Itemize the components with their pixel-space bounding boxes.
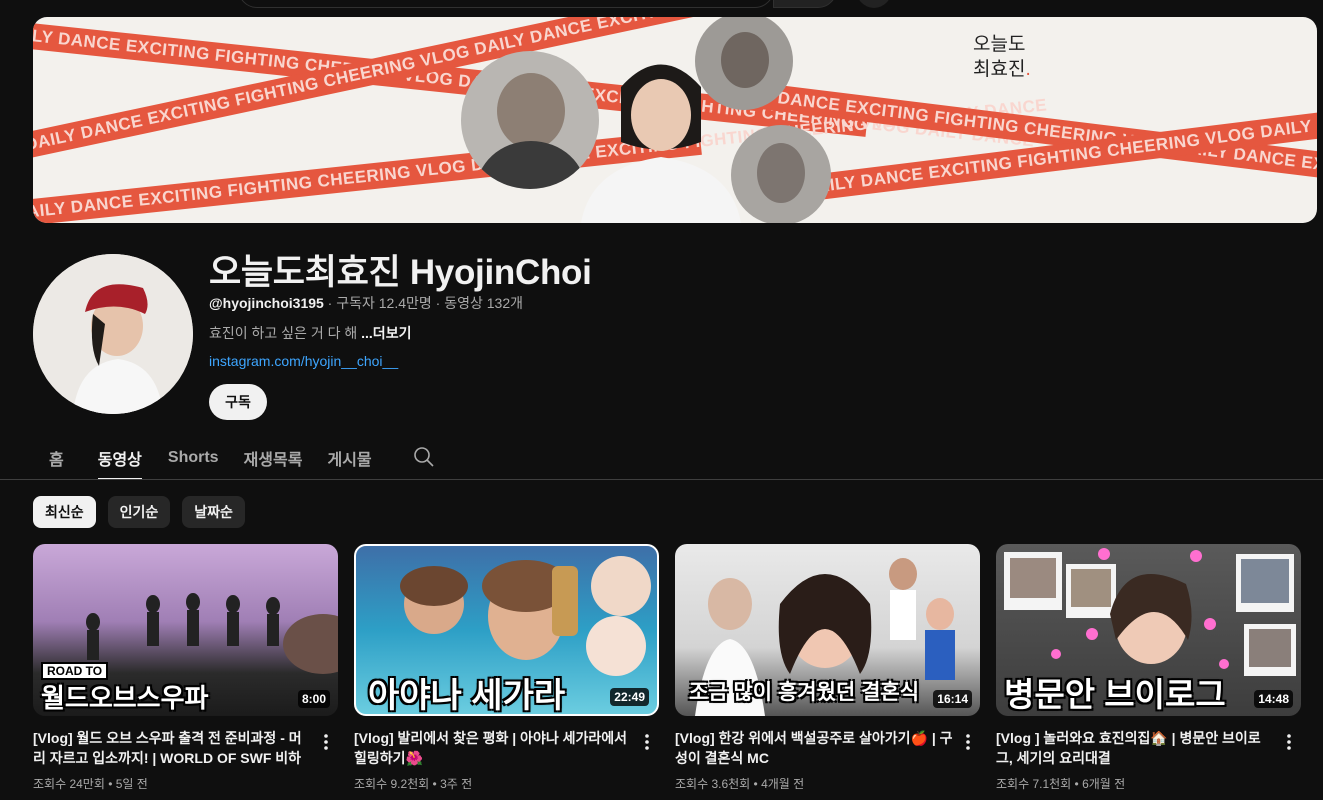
brand-line2: 최효진	[973, 59, 1026, 80]
voice-search-button-edge[interactable]	[856, 0, 892, 8]
channel-external-link[interactable]: instagram.com/hyojin__choi__	[209, 353, 398, 369]
video-duration: 14:48	[1254, 690, 1293, 708]
channel-description[interactable]: 효진이 하고 싶은 거 다 해 ...더보기	[209, 323, 411, 343]
tabs-divider	[0, 479, 1323, 480]
video-duration: 16:14	[933, 690, 972, 708]
video-thumbnail[interactable]: 조금 많이 흥겨웠던 결혼식 16:14	[675, 544, 980, 716]
video-title[interactable]: [Vlog] 월드 오브 스우파 출격 전 준비과정 - 머리 자르고 입소까지…	[33, 728, 313, 768]
tab-posts[interactable]: 게시물	[327, 436, 371, 480]
channel-title: 오늘도최효진 HyojinChoi	[209, 253, 592, 292]
video-stats: 조회수 7.1천회 • 6개월 전	[996, 777, 1126, 791]
more-actions-icon[interactable]	[635, 730, 659, 754]
video-stats: 조회수 24만회 • 5일 전	[33, 777, 148, 791]
tab-shorts[interactable]: Shorts	[168, 436, 219, 480]
banner-main-person	[561, 47, 761, 223]
more-actions-icon[interactable]	[1277, 730, 1301, 754]
chip-oldest[interactable]: 날짜순	[182, 496, 245, 528]
description-text: 효진이 하고 싶은 거 다 해	[209, 325, 362, 341]
video-title[interactable]: [Vlog] 한강 위에서 백설공주로 살아가기🍎 | 구성이 결혼식 MC	[675, 728, 955, 768]
channel-meta: @hyojinchoi3195 · 구독자 12.4만명 · 동영상 132개	[209, 293, 523, 313]
video-thumbnail[interactable]: ROAD TO 월드오브스우파 8:00	[33, 544, 338, 716]
more-link[interactable]: ...더보기	[361, 325, 411, 341]
thumbnail-overlay-text: 월드오브스우파	[41, 683, 209, 713]
video-duration: 22:49	[610, 688, 649, 706]
channel-banner: DAILY DANCE EXCITING FIGHTING CHEERING V…	[33, 17, 1317, 223]
top-bar	[0, 0, 1323, 12]
brand-line1: 오늘도	[973, 34, 1026, 55]
channel-handle: @hyojinchoi3195	[209, 295, 324, 311]
banner-brand: 오늘도 최효진.	[973, 32, 1031, 82]
chip-latest[interactable]: 최신순	[33, 496, 96, 528]
more-actions-icon[interactable]	[314, 730, 338, 754]
chip-popular[interactable]: 인기순	[107, 496, 171, 528]
video-card[interactable]: 아야나 세가라 22:49 [Vlog] 발리에서 찾은 평화 | 아야나 세가…	[354, 544, 659, 792]
video-card[interactable]: ROAD TO 월드오브스우파 8:00 [Vlog] 월드 오브 스우파 출격…	[33, 544, 338, 792]
tab-playlists[interactable]: 재생목록	[244, 436, 303, 480]
video-title[interactable]: [Vlog] 발리에서 찾은 평화 | 아야나 세가라에서 힐링하기🌺	[354, 728, 634, 768]
video-thumbnail[interactable]: 아야나 세가라 22:49	[354, 544, 659, 716]
sort-chips: 최신순 인기순 날짜순	[33, 496, 245, 528]
thumbnail-overlay-text: 병문안 브이로그	[1004, 676, 1226, 713]
video-thumbnail[interactable]: 병문안 브이로그 14:48	[996, 544, 1301, 716]
video-card[interactable]: 병문안 브이로그 14:48 [Vlog ] 놀러와요 효진의집🏠 | 병문안 …	[996, 544, 1301, 792]
more-actions-icon[interactable]	[956, 730, 980, 754]
subscribe-button[interactable]: 구독	[209, 384, 267, 420]
channel-stats: · 구독자 12.4만명 · 동영상 132개	[323, 295, 523, 311]
video-duration: 8:00	[297, 690, 330, 708]
search-button-edge[interactable]	[773, 0, 837, 8]
person-illustration	[581, 64, 741, 223]
video-stats: 조회수 3.6천회 • 4개월 전	[675, 777, 805, 791]
video-card[interactable]: 조금 많이 흥겨웠던 결혼식 16:14 [Vlog] 한강 위에서 백설공주로…	[675, 544, 980, 792]
tab-home[interactable]: 홈	[49, 436, 64, 480]
thumbnail-overlay-text: 아야나 세가라	[368, 677, 566, 715]
brand-dot: .	[1025, 59, 1031, 80]
channel-tabs: 홈 동영상 Shorts 재생목록 게시물	[33, 436, 372, 480]
thumbnail-overlay-text: 조금 많이 흥겨웠던 결혼식	[689, 681, 920, 704]
search-box-edge[interactable]	[238, 0, 774, 8]
video-stats: 조회수 9.2천회 • 3주 전	[354, 777, 473, 791]
avatar-image	[33, 254, 193, 414]
channel-avatar[interactable]	[33, 254, 193, 414]
video-title[interactable]: [Vlog ] 놀러와요 효진의집🏠 | 병문안 브이로그, 세기의 요리대결	[996, 728, 1276, 768]
tab-videos[interactable]: 동영상	[97, 436, 143, 480]
channel-search-icon[interactable]	[412, 445, 436, 469]
video-grid: ROAD TO 월드오브스우파 8:00 [Vlog] 월드 오브 스우파 출격…	[33, 544, 1301, 792]
